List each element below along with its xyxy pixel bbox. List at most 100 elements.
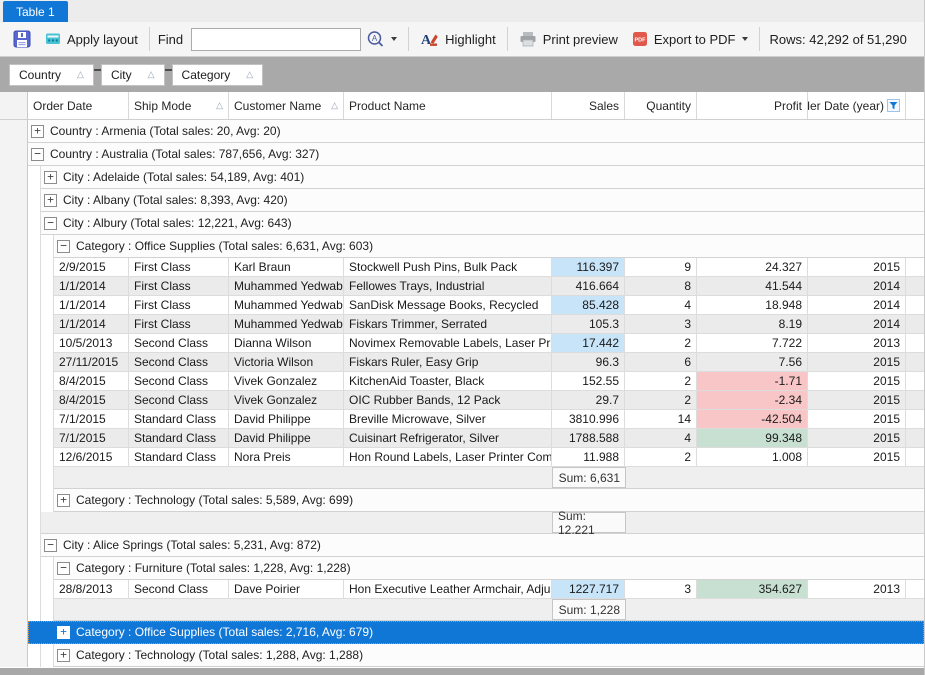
table-row[interactable]: 1/1/2014First ClassMuhammed YedwabSanDis… (0, 296, 924, 315)
group-indent (28, 448, 41, 467)
expand-icon[interactable]: + (57, 494, 70, 507)
expand-icon[interactable]: + (44, 194, 57, 207)
group-chip-country[interactable]: Country △ (9, 64, 94, 86)
collapse-icon[interactable]: − (44, 217, 57, 230)
collapse-icon[interactable]: − (31, 148, 44, 161)
cell-ship-mode: Standard Class (129, 410, 229, 429)
group-row[interactable]: −Category : Furniture (Total sales: 1,22… (0, 557, 924, 580)
group-footer-row[interactable]: Sum: 1,228 (0, 599, 924, 621)
cell-order-date-year: 2015 (808, 258, 906, 277)
table-row[interactable]: 12/6/2015Standard ClassNora PreisHon Rou… (0, 448, 924, 467)
group-indent (41, 557, 54, 580)
group-chip-category[interactable]: Category △ (172, 64, 264, 86)
cell-ship-mode: Standard Class (129, 429, 229, 448)
group-indent (41, 448, 54, 467)
cell-quantity: 3 (625, 315, 697, 334)
group-row[interactable]: + City : Adelaide (Total sales: 54,189, A… (0, 166, 924, 189)
group-row[interactable]: + City : Albany (Total sales: 8,393, Avg:… (0, 189, 924, 212)
group-footer-body: Sum: 6,631 (54, 467, 924, 489)
row-filler-cell (906, 448, 924, 467)
table-row[interactable]: 7/1/2015Standard ClassDavid PhilippeCuis… (0, 429, 924, 448)
expand-icon[interactable]: + (57, 626, 70, 639)
group-row-label: Category : Office Supplies (Total sales:… (76, 239, 373, 253)
save-button[interactable] (6, 26, 38, 52)
find-input[interactable] (191, 28, 361, 51)
group-chip-city[interactable]: City △ (101, 64, 165, 86)
group-row[interactable]: −Country : Australia (Total sales: 787,6… (0, 143, 924, 166)
table-row[interactable]: 2/9/2015First ClassKarl BraunStockwell P… (0, 258, 924, 277)
table-row[interactable]: 1/1/2014First ClassMuhammed YedwabFiskar… (0, 315, 924, 334)
group-indent (28, 644, 41, 667)
cell-product-name: Cuisinart Refrigerator, Silver (344, 429, 552, 448)
table-row[interactable]: 28/8/2013Second ClassDave PoirierHon Exe… (0, 580, 924, 599)
column-header-order-date[interactable]: Order Date (28, 92, 129, 119)
group-row[interactable]: −Category : Office Supplies (Total sales… (0, 235, 924, 258)
tab-table-1[interactable]: Table 1 (3, 1, 68, 22)
group-row-label: City : Albany (Total sales: 8,393, Avg: … (63, 193, 288, 207)
table-row[interactable]: 27/11/2015Second ClassVictoria WilsonFis… (0, 353, 924, 372)
cell-ship-mode: First Class (129, 315, 229, 334)
group-row-content: +Category : Technology (Total sales: 5,5… (54, 489, 924, 512)
column-header-product-name[interactable]: Product Name (344, 92, 552, 119)
table-row[interactable]: 7/1/2015Standard ClassDavid PhilippeBrev… (0, 410, 924, 429)
cell-sales: 96.3 (552, 353, 625, 372)
group-indent (41, 621, 54, 644)
row-indicator (0, 315, 28, 334)
group-row[interactable]: −City : Albury (Total sales: 12,221, Avg… (0, 212, 924, 235)
apply-layout-button[interactable]: Apply layout (38, 27, 145, 51)
column-header-quantity[interactable]: Quantity (625, 92, 697, 119)
filter-funnel-icon[interactable] (887, 99, 900, 112)
cell-sales: 152.55 (552, 372, 625, 391)
cell-profit: 8.19 (697, 315, 808, 334)
group-row[interactable]: +Category : Technology (Total sales: 5,5… (0, 489, 924, 512)
export-pdf-button[interactable]: PDF Export to PDF (625, 27, 755, 51)
search-options-button[interactable]: A (361, 26, 404, 53)
cell-order-date: 2/9/2015 (54, 258, 129, 277)
group-row[interactable]: −City : Alice Springs (Total sales: 5,23… (0, 534, 924, 557)
cell-product-name: Stockwell Push Pins, Bulk Pack (344, 258, 552, 277)
export-pdf-label: Export to PDF (654, 32, 736, 47)
table-row[interactable]: 1/1/2014First ClassMuhammed YedwabFellow… (0, 277, 924, 296)
cell-quantity: 4 (625, 296, 697, 315)
group-indent (28, 534, 41, 557)
group-indent (28, 372, 41, 391)
column-header-customer-name[interactable]: Customer Name △ (229, 92, 344, 119)
column-header-order-date-year[interactable]: Order Date (year) (808, 92, 906, 119)
group-indent (28, 410, 41, 429)
table-row[interactable]: 8/4/2015Second ClassVivek GonzalezKitche… (0, 372, 924, 391)
group-footer-row[interactable]: Sum: 6,631 (0, 467, 924, 489)
cell-customer-name: David Philippe (229, 429, 344, 448)
collapse-icon[interactable]: − (57, 562, 70, 575)
expand-icon[interactable]: + (57, 649, 70, 662)
svg-text:PDF: PDF (634, 38, 646, 44)
cell-order-date: 1/1/2014 (54, 296, 129, 315)
collapse-icon[interactable]: − (57, 240, 70, 253)
group-row[interactable]: +Country : Armenia (Total sales: 20, Avg… (0, 120, 924, 143)
collapse-icon[interactable]: − (44, 539, 57, 552)
group-row-label: City : Adelaide (Total sales: 54,189, Av… (63, 170, 304, 184)
column-header-sales[interactable]: Sales (552, 92, 625, 119)
row-indicator (0, 534, 28, 557)
group-by-panel[interactable]: Country △ City △ Category △ (0, 57, 924, 92)
group-row[interactable]: +Category : Technology (Total sales: 1,2… (0, 644, 924, 667)
group-indent (41, 353, 54, 372)
cell-order-date: 1/1/2014 (54, 315, 129, 334)
print-preview-button[interactable]: Print preview (512, 27, 625, 51)
cell-product-name: Breville Microwave, Silver (344, 410, 552, 429)
group-footer-row[interactable]: Sum: 12,221 (0, 512, 924, 534)
expand-icon[interactable]: + (31, 125, 44, 138)
expand-icon[interactable]: + (44, 171, 57, 184)
group-row[interactable]: +Category : Office Supplies (Total sales… (0, 621, 924, 644)
cell-ship-mode: Second Class (129, 580, 229, 599)
highlight-button[interactable]: A Highlight (413, 27, 503, 51)
sum-cell: Sum: 6,631 (552, 467, 626, 488)
table-row[interactable]: 8/4/2015Second ClassVivek GonzalezOIC Ru… (0, 391, 924, 410)
cell-ship-mode: Second Class (129, 353, 229, 372)
column-header-ship-mode[interactable]: Ship Mode △ (129, 92, 229, 119)
row-filler-cell (906, 315, 924, 334)
column-header-profit[interactable]: Profit (697, 92, 808, 119)
sort-ascending-icon: △ (216, 100, 223, 111)
row-indicator (0, 621, 28, 644)
cell-profit: 7.722 (697, 334, 808, 353)
table-row[interactable]: 10/5/2013Second ClassDianna WilsonNovime… (0, 334, 924, 353)
